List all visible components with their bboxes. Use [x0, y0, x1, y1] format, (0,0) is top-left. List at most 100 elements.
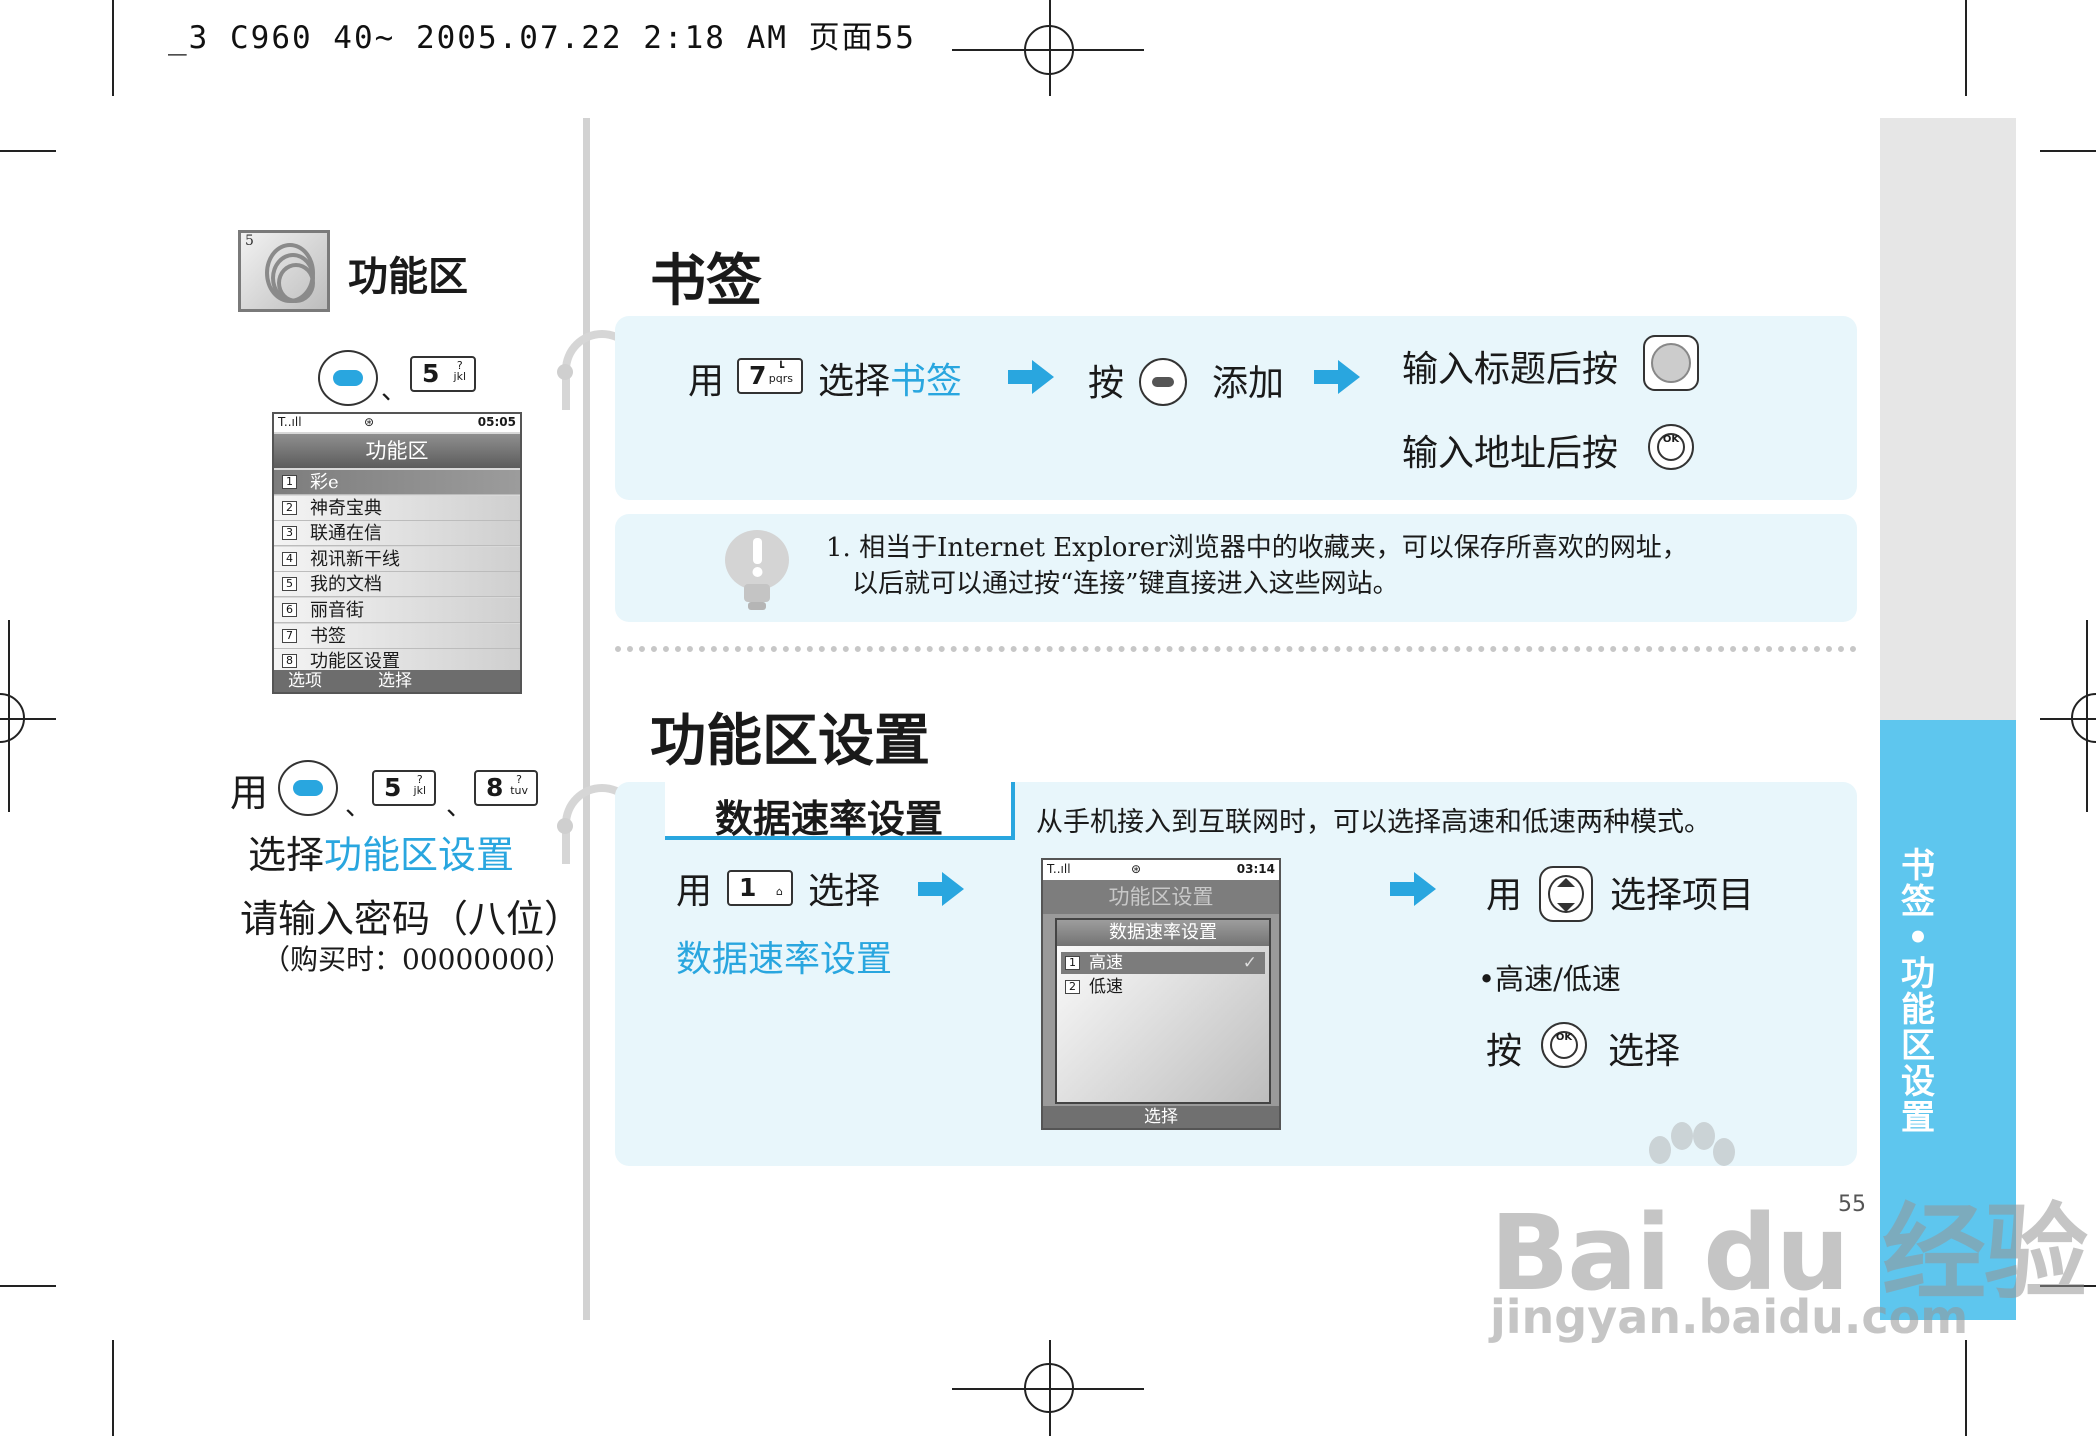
background-screen-title: 功能区设置 — [1043, 880, 1279, 914]
key-1-icon: 1 ⌂ — [727, 870, 793, 906]
watermark-url: jingyan.baidu.com — [1490, 1290, 1969, 1344]
side-tab-char: • — [1907, 918, 1929, 958]
section-divider — [615, 646, 1857, 652]
use-label: 用 — [688, 361, 725, 402]
menu-item-label: 彩e — [310, 472, 339, 493]
use-label: 用 — [230, 771, 269, 815]
enter-title-text: 输入标题后按 — [1402, 349, 1619, 390]
crop-mark — [1965, 1340, 1967, 1436]
side-tab-char: 设 — [1901, 1062, 1935, 1102]
crop-mark — [2040, 150, 2096, 152]
settings-title: 功能区设置 — [650, 709, 930, 774]
key-digit: 5 — [422, 359, 440, 388]
option-label: 低速 — [1089, 977, 1123, 997]
menu-item-number: 1 — [282, 475, 297, 489]
password-note: （购买时：00000000） — [262, 943, 573, 976]
menu-key-icon — [318, 350, 378, 406]
arrow-right-icon — [918, 872, 964, 906]
menu-item-number: 2 — [282, 500, 297, 515]
registration-line — [0, 718, 56, 720]
menu-key-icon — [1139, 358, 1187, 406]
binder-hook-dot — [557, 364, 573, 380]
key-5-icon: 5 ? jkl — [372, 770, 436, 806]
signal-indicator: T..ıll — [1047, 862, 1071, 876]
select-item-text: 选择项目 — [1610, 875, 1755, 916]
left-section-title: 功能区 — [348, 254, 468, 300]
rate-option[interactable]: 1 高速 ✓ — [1061, 952, 1265, 974]
crop-mark — [112, 1340, 114, 1436]
side-tab-gray — [1880, 118, 2016, 720]
note-line-2: 以后就可以通过按“连接”键直接进入这些网站。 — [852, 569, 1399, 599]
select-bookmark-text: 选择书签 — [818, 352, 962, 404]
rate-option[interactable]: 2 低速 — [1061, 976, 1265, 998]
press-label: 按 — [1486, 1031, 1523, 1072]
registration-line — [2040, 718, 2096, 720]
key-letters: ⌂ — [776, 885, 783, 898]
select-target: 书签 — [890, 361, 963, 402]
navigation-key-icon — [1643, 335, 1699, 391]
ok-key-icon: OK — [1648, 424, 1694, 470]
option-number: 1 — [1065, 956, 1080, 970]
side-tab-char: 功 — [1901, 954, 1935, 994]
subtab-label: 数据速率设置 — [715, 797, 944, 841]
side-tab-char: 区 — [1901, 1026, 1935, 1066]
side-tab-char: 能 — [1901, 990, 1935, 1030]
menu-item-label: 丽音街 — [310, 600, 364, 621]
status-bar: T..ıll ⊛ 05:05 — [274, 414, 520, 432]
settings-description: 从手机接入到互联网时，可以选择高速和低速两种模式。 — [1036, 807, 1711, 838]
signal-indicator: T..ıll — [278, 415, 302, 429]
side-tab-char: 书 — [1901, 846, 1935, 886]
phone-screen-feature-menu: T..ıll ⊛ 05:05 功能区 1 彩e 2 神奇宝典 3 联通在信 4 视讯新干线 5 我… — [272, 412, 522, 694]
crop-mark — [0, 1285, 56, 1287]
select-label: 选择 — [1608, 1031, 1681, 1072]
data-rate-subtab: 数据速率设置 — [665, 782, 1015, 841]
menu-item[interactable]: 5 我的文档 — [274, 572, 520, 598]
use-label: 用 — [676, 871, 713, 912]
paw-icon — [1649, 1122, 1735, 1166]
side-tab-label: 书签 • 功能区设置 — [1893, 848, 1943, 1136]
crop-mark — [1965, 0, 1967, 96]
key-separator: 、 — [381, 376, 408, 406]
select-target: 功能区设置 — [324, 833, 515, 877]
softkey-left[interactable]: 选项 — [288, 670, 322, 692]
select-label: 选择 — [248, 833, 325, 877]
menu-item-label: 联通在信 — [310, 523, 382, 545]
key-separator: 、 — [446, 792, 473, 822]
lightbulb-icon — [725, 530, 789, 610]
menu-item[interactable]: 1 彩e — [274, 470, 520, 495]
press-label: 按 — [1088, 363, 1125, 404]
registration-line — [952, 49, 1144, 51]
ok-label: OK — [1662, 434, 1680, 445]
menu-item-number: 7 — [282, 628, 297, 643]
menu-item[interactable]: 7 书签 — [274, 623, 520, 649]
key-5-icon: 5 ? jkl — [410, 356, 476, 392]
menu-item-number: 3 — [282, 526, 297, 541]
screen-title: 功能区 — [274, 434, 520, 468]
menu-item-number: 6 — [282, 603, 297, 617]
menu-number: 5 — [245, 233, 254, 249]
menu-item[interactable]: 3 联通在信 — [274, 521, 520, 547]
menu-item[interactable]: 4 视讯新干线 — [274, 546, 520, 572]
option-number: 2 — [1065, 980, 1080, 994]
status-bar: T..ıll ⊛ 03:14 — [1043, 860, 1279, 880]
menu-item-label: 书签 — [310, 625, 346, 647]
option-label: 高速 — [1089, 953, 1123, 973]
softkey-select[interactable]: 选择 — [1043, 1106, 1279, 1128]
note-line-1: 1. 相当于Internet Explorer浏览器中的收藏夹，可以保存所喜欢的… — [826, 533, 1688, 563]
ok-label: OK — [1555, 1032, 1573, 1043]
menu-item[interactable]: 6 丽音街 — [274, 598, 520, 623]
menu-item[interactable]: 2 神奇宝典 — [274, 495, 520, 521]
dialog-title: 数据速率设置 — [1057, 920, 1269, 946]
registration-line — [1049, 0, 1051, 96]
registration-line — [2086, 620, 2088, 812]
menu-item-label: 神奇宝典 — [310, 497, 382, 519]
side-tab-char: 置 — [1901, 1098, 1935, 1138]
phone-screen-data-rate: T..ıll ⊛ 03:14 功能区设置 数据速率设置 1 高速 ✓ 2 低速 选择 — [1041, 858, 1281, 1130]
column-divider — [583, 118, 590, 1320]
key-digit: 7 — [749, 361, 767, 390]
key-digit: 1 — [739, 873, 757, 902]
menu-item-number: 8 — [282, 654, 297, 669]
key-digit: 5 — [384, 773, 402, 802]
password-prompt: 请输入密码（八位） — [240, 897, 583, 941]
softkey-right[interactable]: 选择 — [378, 670, 412, 692]
